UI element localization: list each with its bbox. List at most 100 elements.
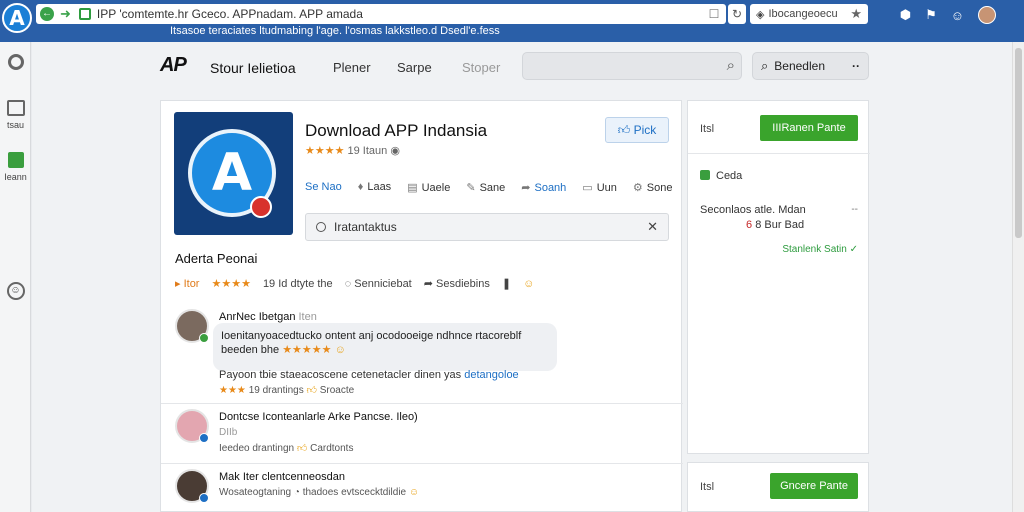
bubble-text: beeden bhe	[221, 344, 280, 356]
tag-icon: ▸	[175, 278, 184, 290]
action-item[interactable]: ♦ Laas	[358, 181, 391, 194]
primary-action-button[interactable]: IIIRanen Pante	[760, 115, 858, 141]
nav-planer[interactable]: Plener	[333, 60, 371, 75]
bookmarks-bar[interactable]: Itsasoe teraciates ltudmabing l'age. l'o…	[170, 25, 500, 37]
footer-text: Wosateogtaning	[219, 487, 292, 498]
star-icon[interactable]: ★	[850, 6, 862, 22]
main-page: AP Stour Ielietioa Plener Sarpe Stoper ⌕…	[32, 42, 1012, 512]
review-link[interactable]: detangoloe	[464, 369, 518, 381]
flag-icon[interactable]: ⚑	[925, 7, 937, 23]
rail-item-label: Ieann	[4, 172, 27, 182]
action-item[interactable]: ⚙ Sone	[633, 181, 673, 194]
url-text[interactable]: IPP 'comtemte.hr Gceco. APPnadam. APP am…	[97, 7, 706, 21]
review-body: Payoon tbie staeacoscene cetenetacler di…	[219, 369, 519, 381]
review-bubble: Ioenitanyoacedtucko ontent anj ocodooeig…	[213, 323, 557, 371]
rail-item-images[interactable]: tsau	[0, 100, 31, 130]
divider	[161, 403, 683, 404]
side-footer-card: Itsl Gncere Pante	[687, 462, 869, 512]
browser-logo-icon[interactable]: A	[2, 3, 32, 33]
clock-icon: ◔	[293, 487, 300, 498]
code-icon	[700, 170, 710, 180]
side-item-second[interactable]: Seconlaos atle. Mdan	[700, 204, 806, 216]
thumbs-up-icon[interactable]: 👍︎	[297, 443, 307, 454]
filter-text: Iratantaktus	[334, 220, 397, 234]
emoji-icon[interactable]: ☺	[523, 278, 534, 290]
emoji-icon[interactable]: ☺	[409, 487, 419, 498]
side-item-code[interactable]: Ceda	[700, 170, 742, 182]
secondary-action-button[interactable]: Gncere Pante	[770, 473, 858, 499]
side-link-label: Stanlenk Satin	[782, 244, 847, 255]
emoji-icon: ☺	[6, 282, 25, 300]
app-rating: ★★★★ 19 Itaun ◉	[305, 144, 400, 157]
bubble-line: beeden bhe ★★★★★ ☺	[221, 343, 549, 357]
thumbs-up-icon[interactable]: 👍︎	[307, 385, 317, 396]
extension-button[interactable]: ◈ Ibocangeoecu ★	[750, 4, 868, 24]
action-row: Se Nao ♦ Laas ▤ Uaele ✎ Sane ➦ Soanh ▭ Uun ⚙ S…	[305, 181, 688, 194]
profile-avatar[interactable]	[978, 6, 996, 24]
review-item: AnrNec Ibetgan Iten Ioenitanyoacedtucko …	[175, 309, 671, 399]
side-item-label: Ceda	[716, 170, 743, 182]
shield-icon[interactable]: ⬢	[900, 7, 911, 23]
address-bar[interactable]: ← ➜ IPP 'comtemte.hr Gceco. APPnadam. AP…	[36, 4, 726, 24]
meta-action[interactable]: ➦ Sesdiebins	[424, 277, 490, 290]
review-author[interactable]: AnrNec Ibetgan Iten	[219, 311, 317, 323]
action-item[interactable]: Se Nao	[305, 181, 342, 194]
action-item[interactable]: ✎ Sane	[466, 181, 505, 194]
meta-tag-label: Itor	[183, 278, 200, 290]
rail-home[interactable]	[0, 54, 31, 70]
meta-stars: ★★★★	[211, 278, 251, 290]
magnifier-icon: ⌕	[761, 58, 769, 73]
bookmark-page-icon[interactable]: ☐	[706, 7, 722, 21]
footer-action[interactable]: Cardtonts	[310, 443, 353, 454]
footer-action[interactable]: thadoes evtscecktdildie	[303, 487, 406, 498]
chat-icon: ◌	[344, 277, 355, 290]
meta-tag[interactable]: ▸ Itor	[175, 277, 199, 290]
more-icon[interactable]: ··	[852, 59, 860, 73]
brand-logo[interactable]: AP	[160, 54, 187, 77]
side-more[interactable]: --	[851, 204, 858, 215]
lock-icon	[78, 8, 91, 20]
book-icon	[7, 152, 24, 168]
action-item[interactable]: ➦ Soanh	[521, 181, 566, 194]
reload-icon[interactable]: ↻	[728, 4, 746, 24]
info-icon: ◉	[390, 145, 400, 157]
review-tag: DIIb	[219, 427, 238, 438]
share-icon: ➦	[521, 182, 531, 194]
scroll-thumb[interactable]	[1015, 48, 1022, 238]
search-input[interactable]: ⌕	[522, 52, 742, 80]
nav-store[interactable]: Stour Ielietioa	[210, 60, 296, 76]
nav-super[interactable]: Stoper	[462, 60, 500, 75]
footer-text: 19 drantings	[248, 385, 304, 396]
scrollbar[interactable]	[1012, 42, 1024, 512]
search-icon[interactable]: ⌕	[727, 57, 735, 74]
footer-action[interactable]: Sroacte	[320, 385, 354, 396]
author-muted: Iten	[298, 311, 317, 323]
close-icon[interactable]: ✕	[647, 219, 658, 235]
side-panel: Itsl IIIRanen Pante Ceda Seconlaos atle.…	[687, 100, 870, 454]
side-label: Itsl	[700, 481, 715, 493]
review-author[interactable]: Dontcse Iconteanlarle Arke Pancse. Ileo)	[219, 411, 418, 423]
footer-stars: ★★★	[219, 385, 246, 396]
smiley-icon[interactable]: ☺	[951, 8, 964, 23]
rail-emoji[interactable]: ☺	[0, 282, 31, 300]
action-item[interactable]: ▤ Uaele	[407, 181, 450, 194]
status-badge	[199, 493, 209, 503]
side-label: Itsl	[700, 123, 715, 135]
rating-stars: ★★★★	[305, 145, 345, 157]
top-navigation: AP Stour Ielietioa Plener Sarpe Stoper ⌕…	[32, 42, 1012, 92]
action-item[interactable]: ▭ Uun	[582, 181, 617, 194]
thumbs-icon[interactable]: ❚	[502, 277, 511, 290]
account-button[interactable]: ⌕ Benedlen ··	[752, 52, 869, 80]
pick-button[interactable]: 👍︎ Pick	[605, 117, 669, 143]
meta-action[interactable]: ◌ Senniciebat	[345, 278, 412, 290]
author-name: AnrNec Ibetgan	[219, 311, 296, 323]
side-link[interactable]: Stanlenk Satin ✓	[782, 244, 858, 255]
divider	[688, 153, 870, 154]
review-author[interactable]: Mak Iter clentcenneosdan	[219, 471, 345, 483]
forward-icon[interactable]: ➜	[60, 6, 71, 22]
back-icon[interactable]: ←	[40, 7, 54, 21]
filter-input[interactable]: Iratantaktus ✕	[305, 213, 669, 241]
rail-item-learn[interactable]: Ieann	[0, 152, 31, 182]
nav-shape[interactable]: Sarpe	[397, 60, 432, 75]
action-label: Uaele	[421, 182, 451, 194]
